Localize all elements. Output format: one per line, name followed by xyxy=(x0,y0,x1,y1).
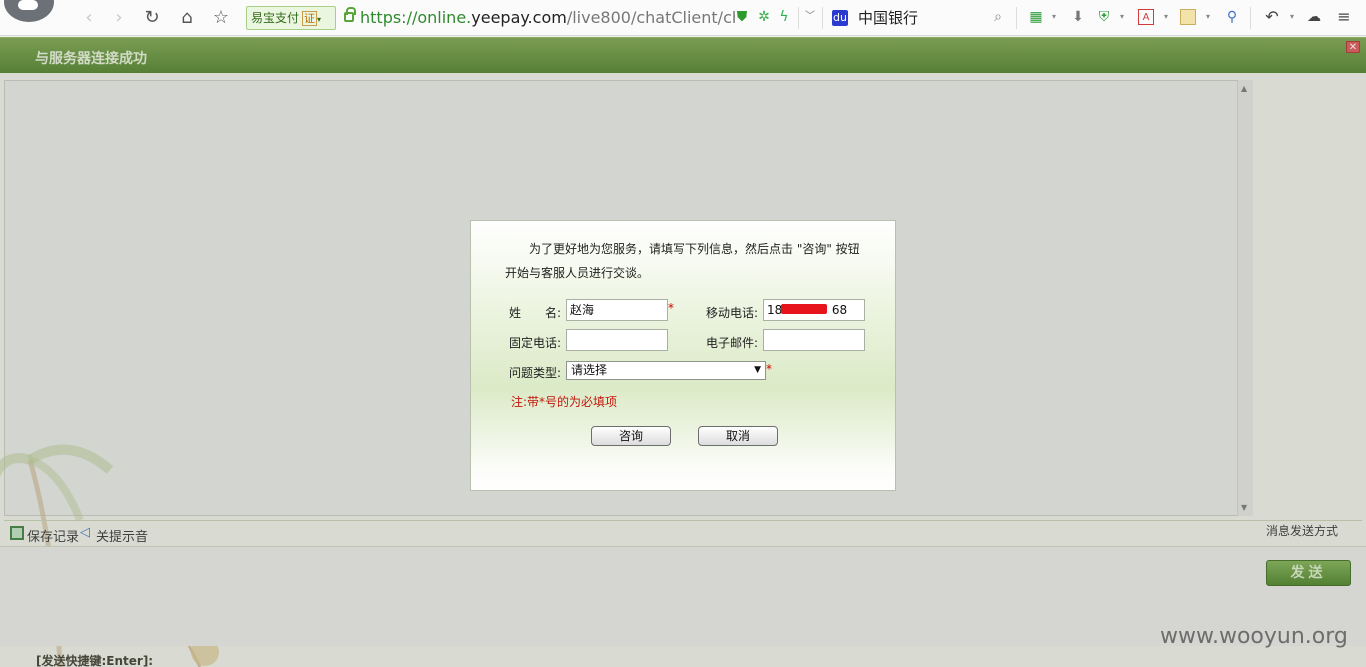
cert-badge: 证 xyxy=(302,11,318,26)
consult-button[interactable]: 咨询 xyxy=(591,426,671,446)
apps-grid-icon[interactable]: ▦ xyxy=(1028,9,1044,25)
email-field[interactable] xyxy=(763,329,865,351)
screenshot-icon[interactable] xyxy=(1180,9,1196,25)
name-label: 姓 名: xyxy=(509,306,562,320)
url-path: /live800/chatClient/chatb xyxy=(566,8,735,27)
mobile-suffix: 68 xyxy=(831,303,848,317)
required-note: 注:带*号的为必填项 xyxy=(511,395,618,409)
chevron-down-icon[interactable]: ▾ xyxy=(1284,9,1300,25)
chevron-down-icon: ▾ xyxy=(317,15,322,24)
lightning-icon[interactable]: ϟ xyxy=(776,9,792,25)
chevron-down-icon[interactable]: ▾ xyxy=(1046,9,1062,25)
phone-field[interactable] xyxy=(566,329,668,351)
divider xyxy=(1016,7,1017,29)
issue-type-value: 请选择 xyxy=(571,363,608,377)
dialog-intro-line2: 开始与客服人员进行交谈。 xyxy=(505,266,650,280)
back-icon[interactable]: ‹ xyxy=(78,6,100,30)
divider xyxy=(1250,7,1251,29)
undo-icon[interactable]: ↶ xyxy=(1264,9,1280,25)
shield-icon[interactable]: ⛊ xyxy=(734,9,750,25)
divider xyxy=(798,7,799,29)
browser-toolbar: ‹ › ↻ ⌂ ☆ 易宝支付证 ▾ https://online.yeepay.c… xyxy=(0,0,1366,36)
issue-type-select[interactable]: 请选择 ▼ xyxy=(566,361,766,380)
cancel-button[interactable]: 取消 xyxy=(698,426,778,446)
recycle-icon[interactable]: ✲ xyxy=(756,9,772,25)
reload-icon[interactable]: ↻ xyxy=(141,6,163,30)
cloud-icon[interactable]: ☁ xyxy=(1306,9,1322,25)
required-mark: * xyxy=(668,301,674,315)
chevron-down-icon[interactable]: ﹀ xyxy=(802,9,818,25)
site-name: 易宝支付 xyxy=(251,11,300,25)
browser-logo-icon[interactable] xyxy=(4,0,54,22)
issue-type-label: 问题类型: xyxy=(509,366,562,380)
address-bar[interactable]: https://online.yeepay.com/live800/chatCl… xyxy=(360,6,735,30)
yeepay-site-badge[interactable]: 易宝支付证 ▾ xyxy=(246,6,336,30)
divider xyxy=(822,7,823,29)
required-mark: * xyxy=(766,362,772,376)
chevron-down-icon[interactable]: ▾ xyxy=(1158,9,1174,25)
mobile-label: 移动电话: xyxy=(706,306,759,320)
url-domain: yeepay.com xyxy=(471,8,567,27)
name-field[interactable]: 赵海 xyxy=(566,299,668,321)
download-icon[interactable]: ⬇ xyxy=(1070,9,1086,25)
pre-chat-form-dialog: 为了更好地为您服务，请填写下列信息，然后点击 "咨询" 按钮 开始与客服人员进行… xyxy=(470,220,896,491)
chevron-down-icon: ▼ xyxy=(754,365,761,375)
url-scheme: https://online. xyxy=(360,8,472,27)
search-icon[interactable]: ⌕ xyxy=(990,9,1006,25)
baidu-search-icon[interactable]: du xyxy=(832,10,848,26)
security-shield-icon[interactable]: ⛨ xyxy=(1096,9,1112,25)
email-label: 电子邮件: xyxy=(706,336,759,350)
home-icon[interactable]: ⌂ xyxy=(176,6,198,30)
pdf-icon[interactable]: A xyxy=(1138,9,1154,25)
redaction-mark xyxy=(781,304,827,314)
zoom-icon[interactable]: ⚲ xyxy=(1224,9,1240,25)
dialog-intro-line1: 为了更好地为您服务，请填写下列信息，然后点击 "咨询" 按钮 xyxy=(529,242,860,256)
menu-icon[interactable]: ≡ xyxy=(1336,9,1352,25)
forward-icon[interactable]: › xyxy=(108,6,130,30)
favorite-star-icon[interactable]: ☆ xyxy=(210,6,232,30)
chevron-down-icon[interactable]: ▾ xyxy=(1114,9,1130,25)
search-engine-input[interactable]: 中国银行 xyxy=(858,6,918,30)
phone-label: 固定电话: xyxy=(509,336,562,350)
chevron-down-icon[interactable]: ▾ xyxy=(1200,9,1216,25)
lock-icon xyxy=(344,7,356,22)
